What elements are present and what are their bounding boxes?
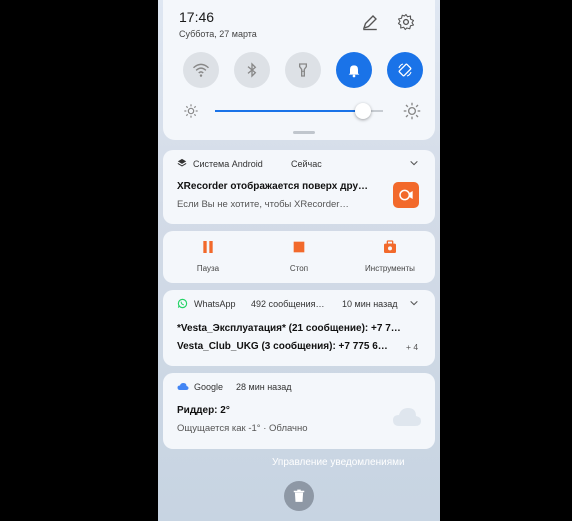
quick-tiles [183, 52, 423, 88]
cloud-icon [177, 383, 189, 390]
stop-label: Стоп [289, 264, 309, 273]
message-line: *Vesta_Эксплуатация* (21 сообщение): +7 … [177, 323, 401, 334]
layers-icon [177, 158, 187, 167]
message-line: Vesta_Club_UKG (3 сообщения): +7 775 6… [177, 341, 388, 352]
weather-text: Ощущается как -1° · Облачно [177, 423, 308, 434]
brightness-track [215, 103, 383, 119]
toolbox-icon [384, 240, 396, 253]
weather-title: Риддер: 2° [177, 405, 230, 416]
notification-time: Сейчас [291, 159, 322, 169]
tools-label: Инструменты [365, 264, 415, 273]
quick-settings-panel: 17:46 Суббота, 27 марта [163, 0, 435, 140]
flashlight-tile[interactable] [285, 52, 321, 88]
recorder-controls: Пауза Стоп Инструменты [163, 231, 435, 283]
notification-time: 28 мин назад [236, 382, 292, 392]
notification-summary: 492 сообщения… [251, 299, 325, 309]
brightness-low-icon [184, 104, 198, 118]
bluetooth-icon [247, 62, 257, 78]
notification-time: 10 мин назад [342, 299, 398, 309]
pause-control[interactable]: Пауза [173, 239, 243, 273]
google-weather-notification[interactable]: Google 28 мин назад Риддер: 2° Ощущается… [163, 373, 435, 449]
auto-rotate-tile[interactable] [387, 52, 423, 88]
chevron-down-icon[interactable] [409, 298, 419, 308]
clock: 17:46 [179, 9, 215, 25]
clear-all-button[interactable] [284, 481, 314, 511]
pause-label: Пауза [196, 264, 220, 273]
whatsapp-notification[interactable]: WhatsApp 492 сообщения… 10 мин назад *Ve… [163, 290, 435, 366]
notification-app-name: Система Android [193, 159, 263, 169]
stop-icon [293, 241, 305, 253]
notification-title: XRecorder отображается поверх дру… [177, 181, 369, 192]
tools-control[interactable]: Инструменты [355, 239, 425, 273]
gear-icon[interactable] [397, 13, 415, 31]
xrecorder-app-icon [393, 182, 419, 208]
brightness-slider[interactable] [175, 100, 423, 122]
brightness-high-icon [403, 102, 421, 120]
video-camera-icon [399, 189, 413, 201]
whatsapp-icon [177, 298, 188, 309]
wifi-icon [192, 63, 210, 77]
pause-icon [203, 241, 213, 253]
notification-app-name: WhatsApp [194, 299, 236, 309]
manage-notifications-link[interactable]: Управление уведомлениями [272, 457, 405, 468]
edit-icon[interactable] [361, 13, 379, 31]
date: Суббота, 27 марта [179, 29, 257, 39]
rotate-icon [398, 63, 412, 77]
notification-text: Если Вы не хотите, чтобы XRecorder… [177, 199, 349, 210]
flashlight-icon [299, 63, 307, 77]
notification-shade: 17:46 Суббота, 27 марта Система Android … [158, 0, 440, 521]
bluetooth-tile[interactable] [234, 52, 270, 88]
chevron-down-icon[interactable] [409, 158, 419, 168]
sound-tile[interactable] [336, 52, 372, 88]
stop-control[interactable]: Стоп [264, 239, 334, 273]
wifi-tile[interactable] [183, 52, 219, 88]
brightness-knob[interactable] [354, 103, 371, 119]
bell-icon [348, 65, 360, 78]
trash-icon [293, 489, 305, 502]
more-count: + 4 [406, 342, 419, 352]
brightness-fill [215, 110, 363, 112]
notification-app-name: Google [194, 382, 224, 392]
android-system-notification[interactable]: Система Android Сейчас XRecorder отображ… [163, 150, 435, 224]
drag-handle[interactable] [293, 131, 315, 134]
cloudy-weather-icon [393, 408, 421, 426]
